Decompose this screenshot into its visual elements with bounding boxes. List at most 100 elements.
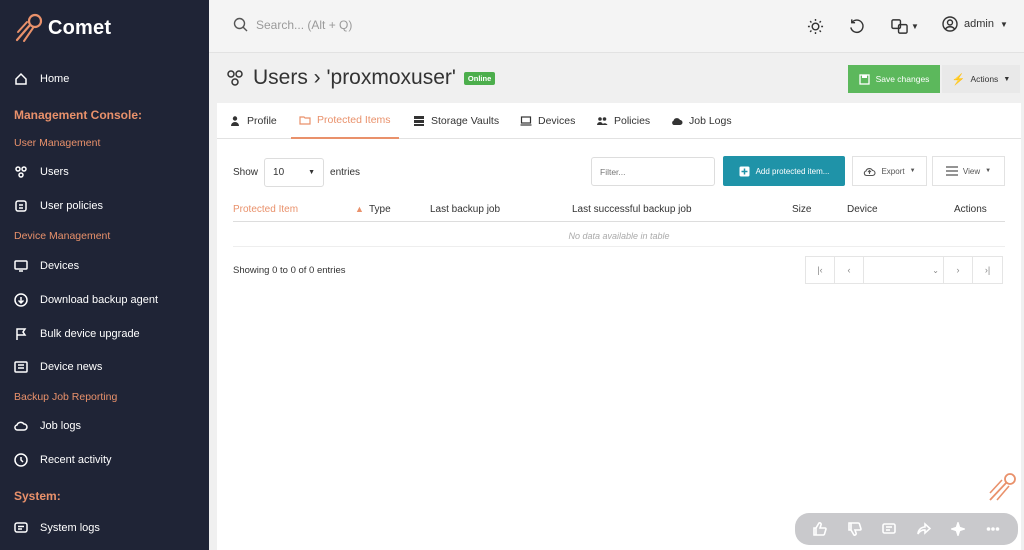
tab-job-logs[interactable]: Job Logs	[671, 103, 732, 139]
person-icon	[231, 116, 239, 126]
sidebar-item-users[interactable]: Users	[14, 162, 69, 182]
column-header-type[interactable]: Type	[369, 204, 391, 215]
floating-feedback-toolbar	[795, 513, 1018, 545]
tab-profile[interactable]: Profile	[229, 103, 277, 139]
sidebar-item-label: Home	[40, 73, 70, 85]
prev-page-button[interactable]: ‹	[835, 257, 864, 283]
save-changes-label: Save changes	[875, 74, 930, 84]
refresh-icon	[849, 18, 864, 33]
comment-icon[interactable]	[882, 522, 897, 536]
tab-protected-items[interactable]: Protected Items	[291, 103, 399, 139]
sidebar-item-label: Device news	[40, 361, 103, 373]
table-header: Protected Item ▲ Type Last backup job La…	[233, 200, 1005, 222]
monitor-icon	[14, 260, 28, 272]
last-page-button[interactable]: ›|	[973, 257, 1002, 283]
main-panel: Profile Protected Items Storage Vaults D…	[217, 103, 1021, 550]
chevron-down-icon: ▼	[308, 169, 316, 176]
actions-dropdown-button[interactable]: ⚡ Actions ▼	[942, 65, 1020, 93]
more-icon[interactable]	[986, 522, 1000, 536]
save-changes-button[interactable]: Save changes	[848, 65, 940, 93]
page-select[interactable]: ⌄	[864, 257, 944, 283]
chevron-down-icon: ▼	[909, 168, 916, 174]
news-icon	[14, 361, 28, 373]
user-icon	[942, 16, 958, 32]
sidebar-item-home[interactable]: Home	[14, 69, 69, 89]
show-label: Show	[233, 167, 259, 178]
sidebar-item-job-logs[interactable]: Job logs	[14, 416, 81, 436]
comet-logo[interactable]: Comet	[14, 12, 111, 44]
policy-icon	[15, 200, 27, 212]
thumbs-up-icon[interactable]	[813, 522, 828, 536]
column-header-actions: Actions	[954, 204, 987, 215]
share-icon[interactable]	[916, 522, 931, 536]
sidebar-item-label: User policies	[40, 200, 103, 212]
list-icon	[945, 166, 958, 176]
tab-label: Devices	[538, 115, 576, 127]
column-header-last-backup-job[interactable]: Last backup job	[430, 204, 500, 215]
actions-label: Actions	[970, 74, 999, 84]
page-size-control: Show 10 ▼ entries	[233, 158, 360, 187]
tab-policies[interactable]: Policies	[596, 103, 650, 139]
username: admin	[964, 18, 994, 30]
users-icon	[597, 117, 608, 125]
first-page-button[interactable]: |‹	[806, 257, 835, 283]
sidebar-item-label: Job logs	[40, 420, 81, 432]
export-dropdown-button[interactable]: Export ▼	[852, 156, 927, 186]
view-dropdown-button[interactable]: View ▼	[932, 156, 1005, 186]
refresh-button[interactable]	[846, 16, 866, 36]
column-header-last-successful-backup-job[interactable]: Last successful backup job	[572, 204, 692, 215]
add-protected-item-label: Add protected item...	[755, 166, 830, 176]
section-heading-system: System:	[14, 489, 61, 503]
topbar: Search... (Alt + Q) ▼ admin ▼	[209, 0, 1024, 53]
comet-logo-icon	[15, 13, 43, 42]
theme-toggle-button[interactable]	[805, 16, 825, 36]
home-icon	[15, 72, 27, 85]
sparkle-icon[interactable]	[951, 522, 966, 536]
sun-icon	[807, 18, 823, 34]
add-protected-item-button[interactable]: Add protected item...	[723, 156, 845, 186]
export-label: Export	[881, 166, 905, 176]
sort-asc-icon[interactable]: ▲	[355, 204, 364, 214]
search-placeholder: Search... (Alt + Q)	[256, 17, 353, 32]
sidebar-item-label: Users	[40, 166, 69, 178]
page-size-select[interactable]: 10 ▼	[264, 158, 325, 187]
chevron-down-icon: ▼	[1003, 75, 1011, 83]
subheading-backup-job-reporting: Backup Job Reporting	[14, 391, 118, 403]
tab-bar: Profile Protected Items Storage Vaults D…	[217, 103, 1021, 139]
language-dropdown[interactable]: ▼	[889, 16, 921, 36]
column-header-size[interactable]: Size	[792, 204, 811, 215]
table-info: Showing 0 to 0 of 0 entries	[233, 265, 346, 276]
tab-storage-vaults[interactable]: Storage Vaults	[413, 103, 499, 139]
column-header-device[interactable]: Device	[847, 204, 878, 215]
subheading-device-management: Device Management	[14, 230, 111, 242]
filter-input[interactable]	[591, 157, 715, 186]
sidebar-item-download-agent[interactable]: Download backup agent	[14, 290, 158, 310]
sidebar-item-devices[interactable]: Devices	[14, 256, 79, 276]
tab-label: Policies	[614, 115, 651, 127]
tab-label: Storage Vaults	[431, 115, 500, 127]
translate-icon	[891, 18, 908, 34]
column-header-protected-item[interactable]: Protected Item	[233, 204, 298, 215]
sidebar-item-recent-activity[interactable]: Recent activity	[14, 450, 112, 470]
sidebar-item-bulk-upgrade[interactable]: Bulk device upgrade	[14, 324, 140, 344]
subheading-user-management: User Management	[14, 137, 101, 149]
sidebar-item-device-news[interactable]: Device news	[14, 357, 102, 377]
bolt-icon: ⚡	[951, 73, 966, 86]
sidebar-item-system-logs[interactable]: System logs	[14, 518, 100, 538]
tab-devices[interactable]: Devices	[520, 103, 575, 139]
upload-cloud-icon	[864, 167, 876, 176]
folder-icon	[299, 116, 311, 125]
page-size-value: 10	[273, 167, 285, 178]
sidebar-item-user-policies[interactable]: User policies	[14, 196, 103, 216]
floppy-icon	[858, 73, 870, 85]
page-title: Users › 'proxmoxuser' Online	[225, 66, 496, 90]
user-menu[interactable]: admin ▼	[942, 16, 1008, 32]
laptop-icon	[520, 116, 532, 126]
chevron-down-icon: ▼	[999, 19, 1008, 29]
tab-label: Job Logs	[689, 115, 732, 127]
empty-table-message: No data available in table	[233, 225, 1005, 247]
search-input[interactable]: Search... (Alt + Q)	[233, 17, 352, 32]
next-page-button[interactable]: ›	[944, 257, 973, 283]
thumbs-down-icon[interactable]	[847, 522, 862, 536]
sidebar-item-label: System logs	[40, 522, 100, 534]
